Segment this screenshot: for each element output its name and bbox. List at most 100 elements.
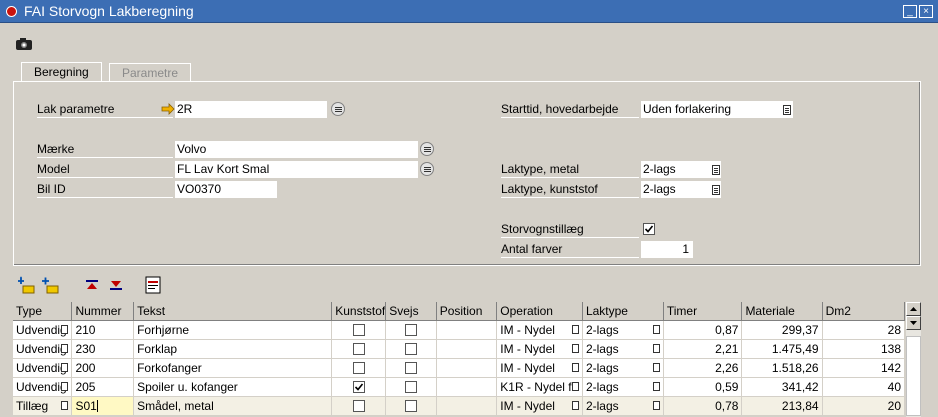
cell-type[interactable]: Udvendig — [13, 377, 73, 397]
col-header-position[interactable]: Position — [436, 302, 498, 321]
type-dropdown-icon[interactable] — [61, 362, 69, 372]
move-bottom-icon[interactable] — [106, 275, 126, 295]
col-header-materiale[interactable]: Materiale — [741, 302, 823, 321]
kunststof-checkbox[interactable] — [352, 324, 365, 337]
cell-position[interactable] — [436, 320, 498, 340]
operation-dropdown-icon[interactable] — [571, 362, 579, 372]
col-header-tekst[interactable]: Tekst — [133, 302, 333, 321]
col-header-dm2[interactable]: Dm2 — [822, 302, 905, 321]
cell-timer[interactable]: 2,21 — [663, 339, 743, 359]
cell-type[interactable]: Udvendig — [13, 339, 73, 359]
col-header-laktype[interactable]: Laktype — [582, 302, 664, 321]
cell-dm2[interactable]: 20 — [822, 396, 905, 416]
cell-nummer[interactable]: 205 — [71, 377, 135, 397]
cell-svejs[interactable] — [385, 339, 437, 359]
svejs-checkbox[interactable] — [404, 362, 417, 375]
cell-materiale[interactable]: 1.518,26 — [741, 358, 823, 378]
kunststof-checkbox[interactable] — [352, 343, 365, 356]
cell-kunststof[interactable] — [331, 358, 387, 378]
cell-type[interactable]: Udvendig — [13, 320, 73, 340]
cell-nummer[interactable]: 210 — [71, 320, 135, 340]
details-icon[interactable] — [143, 275, 163, 295]
insert-row-icon[interactable] — [16, 275, 36, 295]
cell-dm2[interactable]: 28 — [822, 320, 905, 340]
col-header-nummer[interactable]: Nummer — [71, 302, 135, 321]
cell-materiale[interactable]: 213,84 — [741, 396, 823, 416]
scroll-thumb[interactable] — [906, 336, 921, 416]
col-header-kunststof[interactable]: Kunststof — [331, 302, 387, 321]
cell-kunststof[interactable] — [331, 320, 387, 340]
maerke-field[interactable]: Volvo — [175, 141, 418, 158]
table-row[interactable]: Udvendig 230 Forklap IM - Nydel 2-lags 2,21 1.… — [13, 339, 905, 359]
scroll-up-button[interactable] — [906, 302, 921, 316]
laktype-dropdown-icon[interactable] — [652, 362, 660, 372]
cell-nummer[interactable]: 230 — [71, 339, 135, 359]
cell-operation[interactable]: IM - Nydel — [496, 358, 583, 378]
cell-dm2[interactable]: 40 — [822, 377, 905, 397]
cell-laktype[interactable]: 2-lags — [582, 320, 664, 340]
cell-position[interactable] — [436, 358, 498, 378]
laktype-dropdown-icon[interactable] — [652, 381, 660, 391]
cell-position[interactable] — [436, 377, 498, 397]
model-lookup-button[interactable] — [420, 162, 434, 176]
type-dropdown-icon[interactable] — [61, 381, 69, 391]
cell-laktype[interactable]: 2-lags — [582, 358, 664, 378]
tab-beregning[interactable]: Beregning — [21, 62, 102, 82]
cell-operation[interactable]: IM - Nydel — [496, 320, 583, 340]
add-row-icon[interactable] — [40, 275, 60, 295]
cell-dm2[interactable]: 142 — [822, 358, 905, 378]
laktype-dropdown-icon[interactable] — [652, 343, 660, 353]
cell-tekst[interactable]: Forklap — [133, 339, 333, 359]
cell-dm2[interactable]: 138 — [822, 339, 905, 359]
operation-dropdown-icon[interactable] — [571, 400, 579, 410]
maerke-lookup-button[interactable] — [420, 142, 434, 156]
svejs-checkbox[interactable] — [404, 324, 417, 337]
cell-timer[interactable]: 0,87 — [663, 320, 743, 340]
type-dropdown-icon[interactable] — [61, 400, 69, 410]
cell-svejs[interactable] — [385, 396, 437, 416]
operation-dropdown-icon[interactable] — [571, 324, 579, 334]
bil-id-field[interactable]: VO0370 — [175, 181, 277, 198]
starttid-field[interactable]: Uden forlakering — [641, 101, 793, 118]
cell-operation[interactable]: IM - Nydel — [496, 339, 583, 359]
move-top-icon[interactable] — [82, 275, 102, 295]
cell-nummer[interactable]: S01 — [71, 396, 135, 416]
kunststof-checkbox[interactable] — [352, 381, 365, 394]
operation-dropdown-icon[interactable] — [571, 343, 579, 353]
col-header-operation[interactable]: Operation — [496, 302, 583, 321]
cell-position[interactable] — [436, 339, 498, 359]
cell-kunststof[interactable] — [331, 377, 387, 397]
cell-kunststof[interactable] — [331, 339, 387, 359]
svejs-checkbox[interactable] — [404, 400, 417, 413]
cell-materiale[interactable]: 299,37 — [741, 320, 823, 340]
cell-type[interactable]: Udvendig — [13, 358, 73, 378]
lak-parametre-field[interactable]: 2R — [175, 101, 327, 118]
model-field[interactable]: FL Lav Kort Smal — [175, 161, 418, 178]
laktype-dropdown-icon[interactable] — [652, 400, 660, 410]
col-header-type[interactable]: Type — [13, 302, 73, 321]
cell-svejs[interactable] — [385, 358, 437, 378]
laktype-dropdown-icon[interactable] — [652, 324, 660, 334]
laktype-metal-dropdown-icon[interactable] — [712, 165, 720, 175]
camera-icon[interactable] — [13, 33, 35, 55]
type-dropdown-icon[interactable] — [61, 343, 69, 353]
cell-laktype[interactable]: 2-lags — [582, 339, 664, 359]
svejs-checkbox[interactable] — [404, 343, 417, 356]
laktype-metal-field[interactable]: 2-lags — [641, 161, 721, 178]
scroll-down-button[interactable] — [906, 316, 921, 330]
cell-timer[interactable]: 2,26 — [663, 358, 743, 378]
table-row[interactable]: Udvendig 205 Spoiler u. kofanger K1R - Nyde… — [13, 377, 905, 397]
operation-dropdown-icon[interactable] — [571, 381, 579, 391]
col-header-svejs[interactable]: Svejs — [385, 302, 437, 321]
close-button[interactable]: × — [919, 5, 933, 18]
table-row[interactable]: Udvendig 210 Forhjørne IM - Nydel 2-lags 0,87… — [13, 320, 905, 340]
cell-kunststof[interactable] — [331, 396, 387, 416]
minimize-button[interactable]: _ — [903, 5, 917, 18]
storvogn-checkbox[interactable] — [643, 223, 655, 235]
cell-materiale[interactable]: 1.475,49 — [741, 339, 823, 359]
starttid-dropdown-icon[interactable] — [783, 105, 791, 115]
lak-parametre-lookup-button[interactable] — [331, 102, 345, 116]
table-row[interactable]: Tillæg S01 Smådel, metal IM - Nydel 2-lags 0,… — [13, 396, 905, 416]
cell-svejs[interactable] — [385, 377, 437, 397]
cell-tekst[interactable]: Smådel, metal — [133, 396, 333, 416]
